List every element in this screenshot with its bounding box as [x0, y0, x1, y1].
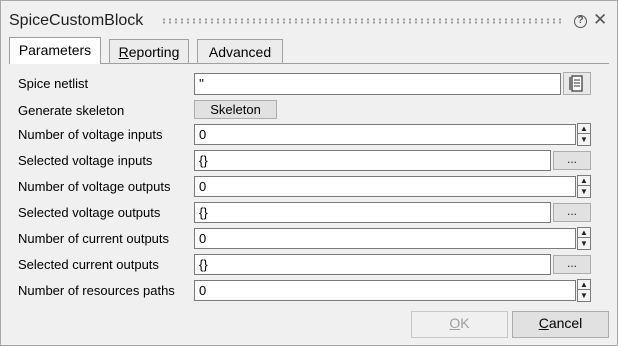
- num-voltage-outputs-field[interactable]: 0: [194, 176, 576, 197]
- tab-reporting-label: eporting: [128, 44, 180, 60]
- document-edit-icon: [569, 75, 583, 92]
- spin-up-icon[interactable]: ▲: [578, 124, 590, 134]
- spin-down-icon[interactable]: ▼: [578, 291, 590, 301]
- selected-voltage-outputs-browse-button[interactable]: ...: [553, 203, 591, 222]
- tab-advanced-label: Advanced: [208, 44, 272, 60]
- ok-button[interactable]: OK: [411, 311, 508, 338]
- drag-grip[interactable]: [161, 18, 561, 24]
- selected-voltage-inputs-field[interactable]: {}: [194, 150, 551, 171]
- num-current-outputs-label: Number of current outputs: [18, 231, 170, 246]
- num-voltage-outputs-spinner[interactable]: ▲ ▼: [577, 175, 591, 198]
- selected-voltage-outputs-field[interactable]: {}: [194, 202, 551, 223]
- skeleton-button[interactable]: Skeleton: [194, 100, 277, 119]
- tab-parameters[interactable]: Parameters: [9, 37, 101, 64]
- selected-current-outputs-field[interactable]: {}: [194, 254, 551, 275]
- tab-reporting[interactable]: Reporting: [109, 39, 189, 63]
- cancel-button[interactable]: Cancel: [512, 311, 609, 338]
- num-voltage-inputs-spinner[interactable]: ▲ ▼: [577, 123, 591, 146]
- spin-down-icon[interactable]: ▼: [578, 239, 590, 249]
- spice-netlist-field[interactable]: '': [194, 73, 561, 95]
- spin-up-icon[interactable]: ▲: [578, 228, 590, 238]
- spin-down-icon[interactable]: ▼: [578, 135, 590, 145]
- selected-voltage-inputs-browse-button[interactable]: ...: [553, 151, 591, 170]
- selected-voltage-outputs-label: Selected voltage outputs: [18, 205, 161, 220]
- tab-reporting-mnemonic: R: [118, 44, 129, 60]
- window-title: SpiceCustomBlock: [9, 12, 144, 29]
- num-resource-paths-label: Number of resources paths: [18, 283, 175, 298]
- spin-up-icon[interactable]: ▲: [578, 176, 590, 186]
- selected-voltage-inputs-label: Selected voltage inputs: [18, 153, 153, 168]
- close-icon[interactable]: ✕: [593, 11, 607, 29]
- cancel-mnemonic: C: [538, 315, 549, 331]
- tab-parameters-label: Parameters: [18, 42, 92, 58]
- spin-down-icon[interactable]: ▼: [578, 187, 590, 197]
- spin-up-icon[interactable]: ▲: [578, 280, 590, 290]
- ok-mnemonic: O: [449, 315, 461, 331]
- num-resource-paths-field[interactable]: 0: [194, 280, 576, 301]
- num-current-outputs-field[interactable]: 0: [194, 228, 576, 249]
- spice-netlist-label: Spice netlist: [18, 76, 89, 91]
- num-voltage-inputs-label: Number of voltage inputs: [18, 127, 163, 142]
- num-current-outputs-spinner[interactable]: ▲ ▼: [577, 227, 591, 250]
- num-voltage-inputs-field[interactable]: 0: [194, 124, 576, 145]
- cancel-label: ancel: [548, 315, 583, 331]
- num-resource-paths-spinner[interactable]: ▲ ▼: [577, 279, 591, 302]
- spice-custom-block-dialog: SpiceCustomBlock ? ✕ Advanced Reporting …: [0, 0, 618, 346]
- help-icon[interactable]: ?: [574, 15, 587, 28]
- ok-label: K: [460, 315, 470, 331]
- selected-current-outputs-label: Selected current outputs: [18, 257, 159, 272]
- tab-advanced[interactable]: Advanced: [197, 39, 283, 63]
- generate-skeleton-label: Generate skeleton: [18, 103, 125, 118]
- title-bar[interactable]: SpiceCustomBlock ? ✕: [1, 1, 617, 37]
- num-voltage-outputs-label: Number of voltage outputs: [18, 179, 171, 194]
- selected-current-outputs-browse-button[interactable]: ...: [553, 255, 591, 274]
- netlist-editor-button[interactable]: [563, 72, 591, 95]
